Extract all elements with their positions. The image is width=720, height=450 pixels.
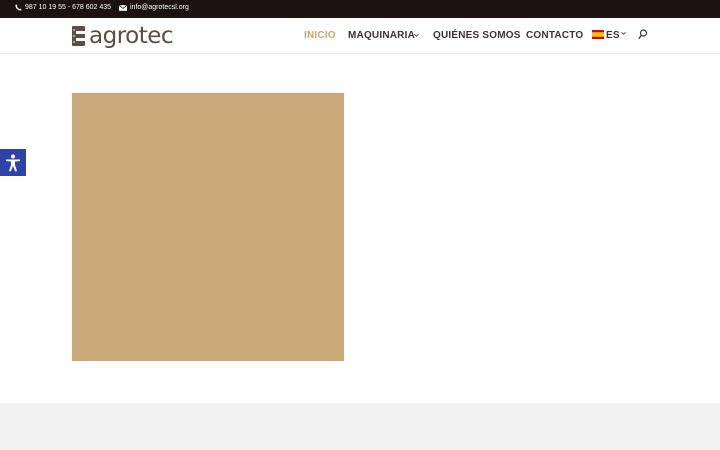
logo-mark-icon	[72, 26, 85, 46]
language-chevron-icon	[621, 31, 626, 35]
language-selector[interactable]: ES	[606, 30, 620, 41]
envelope-icon	[119, 4, 127, 11]
phone-text: 987 10 19 55 - 678 602 435	[25, 4, 112, 11]
search-icon[interactable]	[638, 29, 648, 40]
nav-item-maquinaria[interactable]: MAQUINARIA	[348, 30, 415, 41]
spain-flag-icon	[592, 30, 604, 39]
chevron-down-icon	[414, 33, 419, 37]
email-text: info@agrotecsl.org	[130, 4, 189, 11]
accessibility-icon	[6, 154, 20, 171]
nav-item-contacto[interactable]: CONTACTO	[526, 30, 583, 41]
footer	[0, 403, 720, 450]
accessibility-button[interactable]	[0, 149, 26, 176]
top-bar: 987 10 19 55 - 678 602 435 info@agrotecs…	[0, 0, 720, 18]
logo-text: agrotec	[89, 22, 174, 49]
nav-item-quienes-somos[interactable]: QUIÉNES SOMOS	[433, 30, 521, 41]
nav-item-inicio[interactable]: INICIO	[304, 30, 336, 41]
hero-image	[72, 93, 344, 361]
phone-contact[interactable]: 987 10 19 55 - 678 602 435	[15, 4, 111, 11]
main-header: agrotec INICIO MAQUINARIA QUIÉNES SOMOS …	[0, 18, 720, 54]
phone-icon	[15, 4, 22, 11]
email-contact[interactable]: info@agrotecsl.org	[119, 4, 189, 11]
site-logo[interactable]: agrotec	[72, 22, 174, 50]
